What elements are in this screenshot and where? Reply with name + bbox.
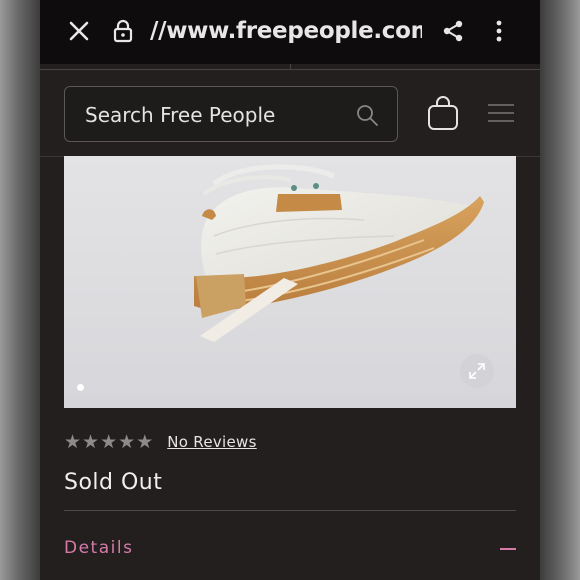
minus-icon[interactable] bbox=[500, 548, 516, 550]
right-blur-edge bbox=[540, 0, 580, 580]
left-blur-edge bbox=[0, 0, 40, 580]
search-box[interactable] bbox=[64, 86, 398, 143]
star-icon: ★ bbox=[118, 431, 136, 453]
details-accordion[interactable]: Details bbox=[64, 532, 516, 566]
close-icon bbox=[69, 21, 89, 41]
site-security-button[interactable] bbox=[106, 14, 140, 48]
close-tab-button[interactable] bbox=[62, 14, 96, 48]
details-label: Details bbox=[64, 538, 134, 558]
tab-strip bbox=[40, 64, 540, 72]
browser-toolbar: //www.freepeople.com/s bbox=[40, 0, 540, 64]
more-vertical-icon bbox=[496, 20, 502, 42]
star-icon: ★ bbox=[136, 431, 154, 453]
share-button[interactable] bbox=[436, 14, 470, 48]
expand-image-button[interactable] bbox=[460, 354, 494, 388]
reviews-link[interactable]: No Reviews bbox=[167, 433, 257, 451]
expand-icon bbox=[469, 363, 485, 379]
site-header bbox=[40, 72, 540, 157]
more-options-button[interactable] bbox=[482, 14, 516, 48]
share-icon bbox=[443, 20, 463, 42]
phone-screen: //www.freepeople.com/s bbox=[40, 0, 540, 580]
hamburger-menu-icon[interactable] bbox=[486, 102, 516, 124]
section-divider bbox=[64, 510, 516, 511]
product-image[interactable] bbox=[64, 156, 516, 408]
rating-stars: ★ ★ ★ ★ ★ bbox=[64, 432, 153, 452]
star-icon: ★ bbox=[64, 431, 82, 453]
star-icon: ★ bbox=[82, 431, 100, 453]
carousel-dot-active[interactable] bbox=[77, 384, 84, 391]
url-text[interactable]: //www.freepeople.com/s bbox=[150, 18, 422, 48]
star-icon: ★ bbox=[100, 431, 118, 453]
stock-status: Sold Out bbox=[64, 470, 163, 495]
search-input[interactable] bbox=[85, 87, 345, 143]
lock-icon bbox=[113, 19, 133, 43]
shopping-bag-icon[interactable] bbox=[426, 94, 460, 132]
search-icon[interactable] bbox=[355, 103, 379, 127]
sneaker-illustration bbox=[194, 164, 484, 342]
product-rating: ★ ★ ★ ★ ★ No Reviews bbox=[64, 430, 257, 454]
strip-divider bbox=[290, 64, 291, 70]
